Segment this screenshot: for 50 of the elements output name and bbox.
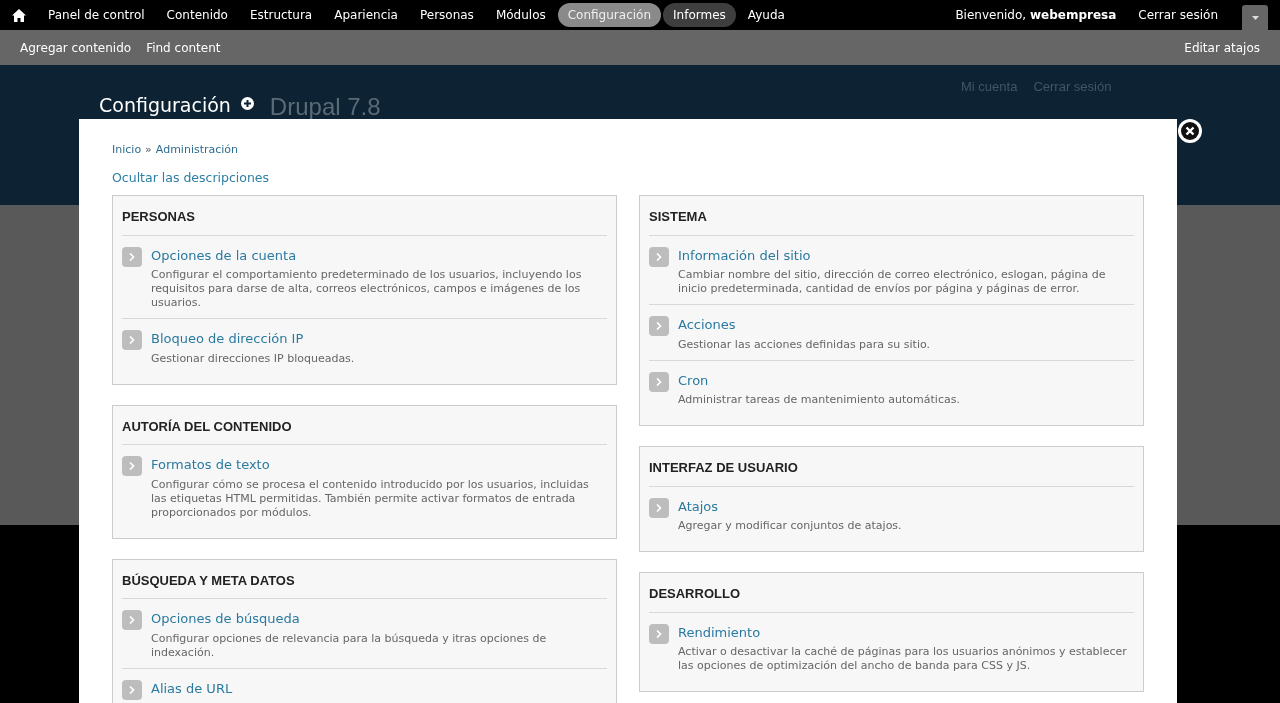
config-description: Activar o desactivar la caché de páginas para los usuarios anónimos y establecer las opciones de optimización del ancho de banda para CSS y JS. [678, 645, 1128, 674]
breadcrumb-link[interactable]: Administración [155, 142, 239, 159]
config-link[interactable]: Alias de URL [151, 678, 233, 699]
config-description: Configurar cómo se procesa el contenido introducido por los usuarios, incluidas las etiquetas HTML permitidas. También permite activar formatos de entrada proporcionados por módulos. [151, 477, 590, 520]
welcome-text: Bienvenido, webempresa [955, 7, 1117, 24]
breadcrumb-link[interactable]: Inicio [112, 142, 142, 159]
config-link[interactable]: Opciones de búsqueda [151, 609, 300, 629]
shortcut-link[interactable]: Find content [146, 38, 221, 57]
config-description: Gestionar las acciones definidas para su sitio. [678, 337, 931, 352]
panel-heading: BÚSQUEDA Y META DATOS [122, 571, 296, 590]
shortcut-toggle-button[interactable] [1242, 5, 1268, 30]
breadcrumb-separator: » [145, 142, 152, 158]
caret-icon [1251, 15, 1259, 20]
config-link[interactable]: Acciones [678, 315, 736, 335]
page-title: Configuración [99, 93, 231, 118]
config-description: Administrar tareas de mantenimiento automáticas. [678, 393, 961, 408]
site-name[interactable]: Drupal 7.8 [269, 95, 381, 119]
toolbar-menu-item[interactable]: Panel de control [38, 3, 155, 27]
logout-link[interactable]: Cerrar sesión [1138, 6, 1218, 24]
config-description: Configurar opciones de relevancia para la búsqueda y itras opciones de indexación. [151, 631, 548, 660]
shortcut-link[interactable]: Agregar contenido [20, 38, 132, 57]
config-description: Configurar el comportamiento predeterminado de los usuarios, incluyendo los requisitos para darse de alta, correos electrónicos, campos e imágenes de los usuarios. [151, 268, 583, 311]
panel-heading: AUTORÍA DEL CONTENIDO [122, 417, 293, 436]
toolbar-menu-item[interactable]: Estructura [239, 3, 323, 27]
panel-heading: INTERFAZ DE USUARIO [649, 459, 799, 478]
config-link[interactable]: Opciones de la cuenta [151, 245, 297, 266]
toolbar-menu-item[interactable]: Ayuda [737, 3, 795, 27]
panel-heading: SISTEMA [649, 208, 708, 227]
config-description: Cambiar nombre del sitio, dirección de correo electrónico, eslogan, página de inicio predeterminada, cantidad de envíos por página y páginas de error. [678, 268, 1107, 297]
home-icon[interactable] [12, 8, 26, 22]
config-link[interactable]: Cron [678, 370, 709, 391]
config-link[interactable]: Rendimiento [678, 622, 761, 643]
hide-descriptions-link[interactable]: Ocultar las descripciones [112, 168, 1144, 188]
toolbar-menu-item[interactable]: Apariencia [324, 3, 408, 27]
config-description: Gestionar direcciones IP bloqueadas. [151, 351, 356, 366]
panel-heading: PERSONAS [122, 208, 196, 227]
config-link[interactable]: Atajos [678, 496, 719, 517]
config-link[interactable]: Formatos de texto [151, 455, 270, 475]
config-link[interactable]: Información del sitio [678, 245, 811, 266]
toolbar-menu-item[interactable]: Configuración [557, 3, 661, 27]
close-icon [1181, 122, 1199, 140]
panel-heading: DESARROLLO [649, 585, 741, 604]
toolbar-menu-item[interactable]: Módulos [485, 3, 556, 27]
toolbar-menu-item[interactable]: Informes [663, 3, 736, 27]
config-link[interactable]: Bloqueo de dirección IP [151, 329, 304, 349]
toolbar-menu-item[interactable]: Personas [409, 3, 484, 27]
toolbar-menu-item[interactable]: Contenido [156, 3, 238, 27]
config-description: Agregar y modificar conjuntos de atajos. [678, 519, 903, 534]
add-shortcut-icon[interactable] [240, 97, 254, 110]
edit-shortcuts-link[interactable]: Editar atajos [1184, 38, 1260, 57]
